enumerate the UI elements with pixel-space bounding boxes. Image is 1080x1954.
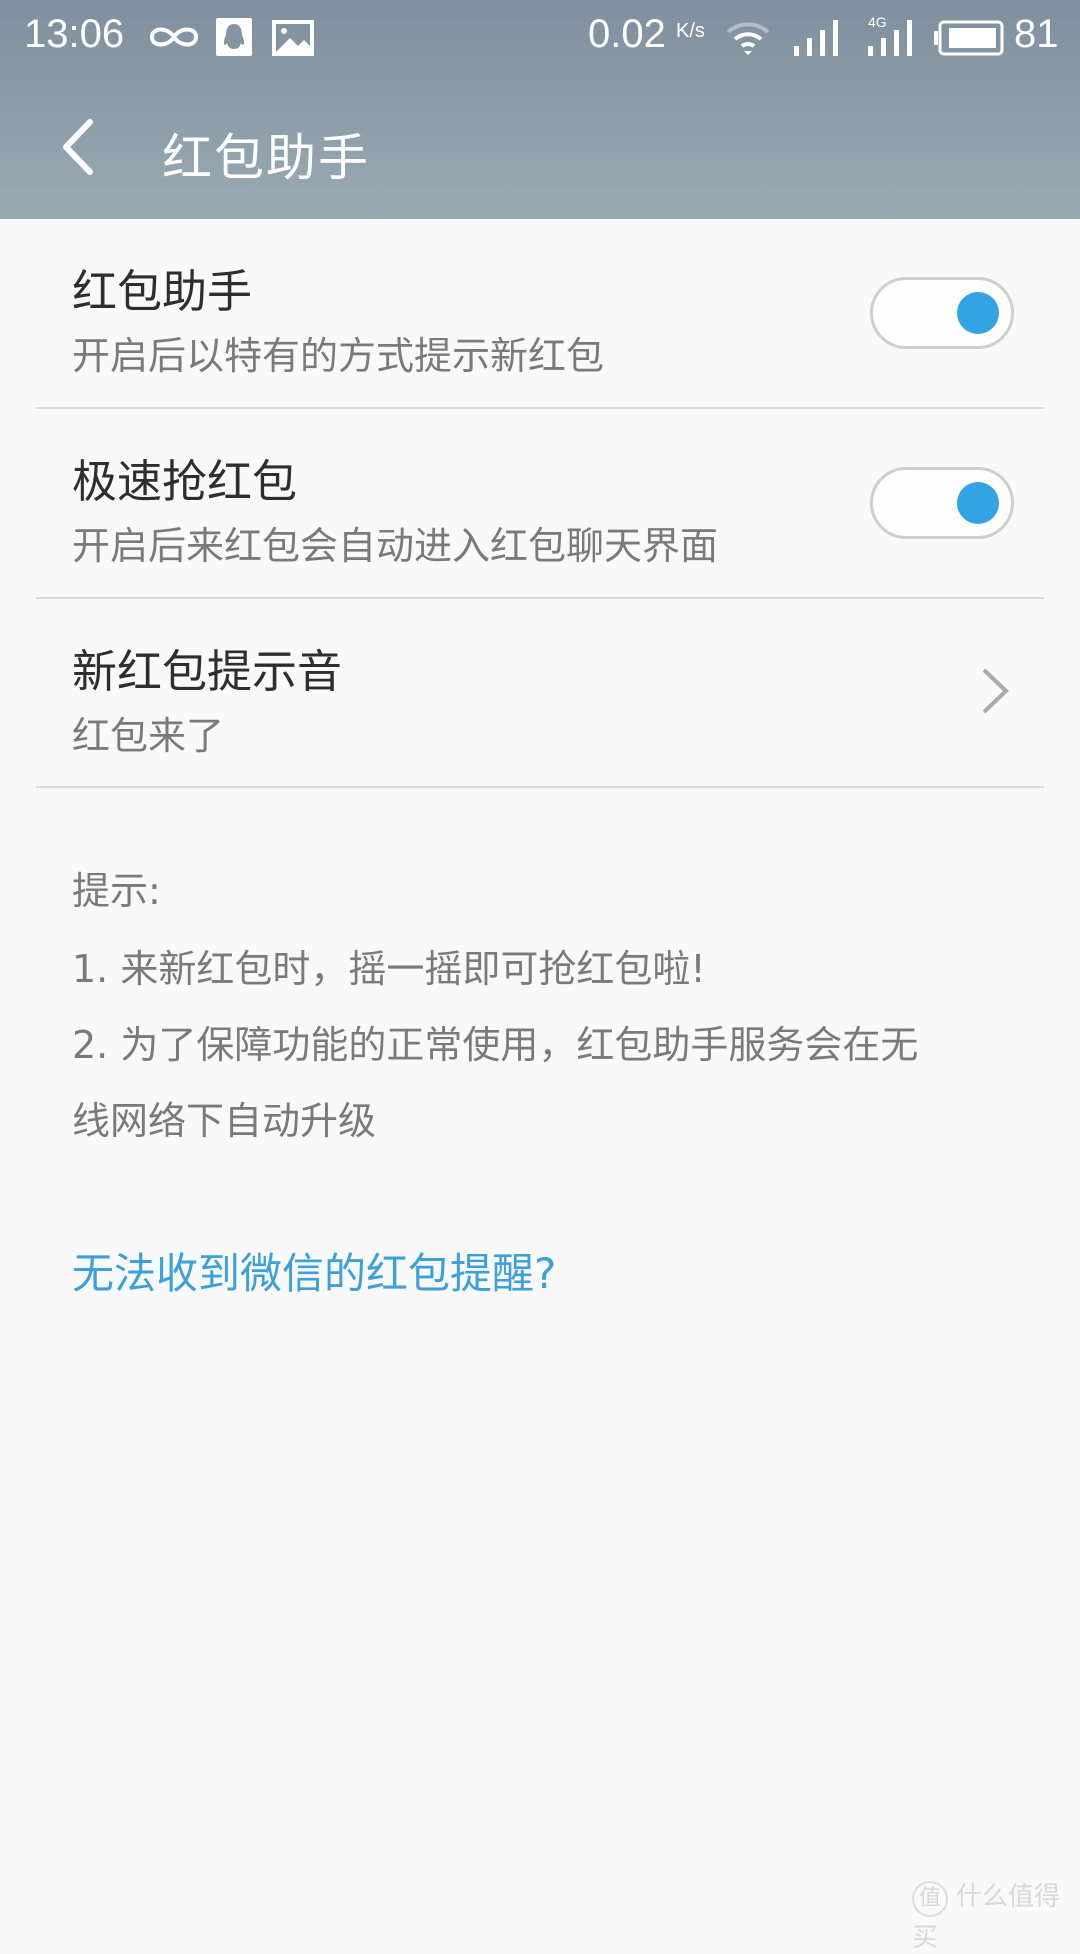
setting-title: 红包助手 <box>72 265 253 318</box>
status-bar: 13:06 0.02 K/s 4G 81 <box>0 0 1080 76</box>
tips-line: 1. 来新红包时，摇一摇即可抢红包啦! <box>72 947 706 991</box>
page-title: 红包助手 <box>162 129 370 187</box>
top-bar: 13:06 0.02 K/s 4G 81 红包助手 <box>0 0 1080 219</box>
setting-title: 新红包提示音 <box>72 645 343 698</box>
signal-4g-icon <box>868 20 912 56</box>
fast-grab-toggle[interactable] <box>870 467 1014 539</box>
toggle-knob <box>957 292 999 334</box>
divider <box>36 786 1044 788</box>
setting-subtitle: 开启后来红包会自动进入红包聊天界面 <box>72 524 719 568</box>
back-button[interactable] <box>56 116 104 178</box>
signal-icon <box>794 20 838 56</box>
toggle-knob <box>957 482 999 524</box>
setting-row-fast-grab[interactable]: 极速抢红包 开启后来红包会自动进入红包聊天界面 <box>0 409 1080 598</box>
setting-row-assistant[interactable]: 红包助手 开启后以特有的方式提示新红包 <box>0 219 1080 408</box>
battery-icon <box>934 20 1004 56</box>
help-link[interactable]: 无法收到微信的红包提醒? <box>72 1240 556 1301</box>
network-speed: 0.02 <box>588 12 666 56</box>
network-speed-unit: K/s <box>676 20 705 42</box>
setting-title: 极速抢红包 <box>72 455 298 508</box>
qq-icon <box>216 18 252 56</box>
status-time: 13:06 <box>24 12 125 56</box>
tips-line: 线网络下自动升级 <box>72 1099 377 1143</box>
battery-percent: 81 <box>1014 12 1059 56</box>
assistant-toggle[interactable] <box>870 277 1014 349</box>
watermark-badge: 值 <box>912 1881 948 1917</box>
chevron-left-icon <box>63 119 93 175</box>
setting-row-notification-sound[interactable]: 新红包提示音 红包来了 <box>0 599 1080 788</box>
tips-heading: 提示: <box>72 869 161 913</box>
watermark: 值什么值得买 <box>912 1876 1080 1954</box>
setting-subtitle: 开启后以特有的方式提示新红包 <box>72 334 605 378</box>
setting-subtitle: 红包来了 <box>72 714 225 758</box>
wifi-icon <box>726 22 770 55</box>
infinity-icon <box>149 27 199 47</box>
image-icon <box>272 20 314 56</box>
chevron-right-icon <box>982 668 1009 714</box>
tips-line: 2. 为了保障功能的正常使用，红包助手服务会在无 <box>72 1023 919 1067</box>
